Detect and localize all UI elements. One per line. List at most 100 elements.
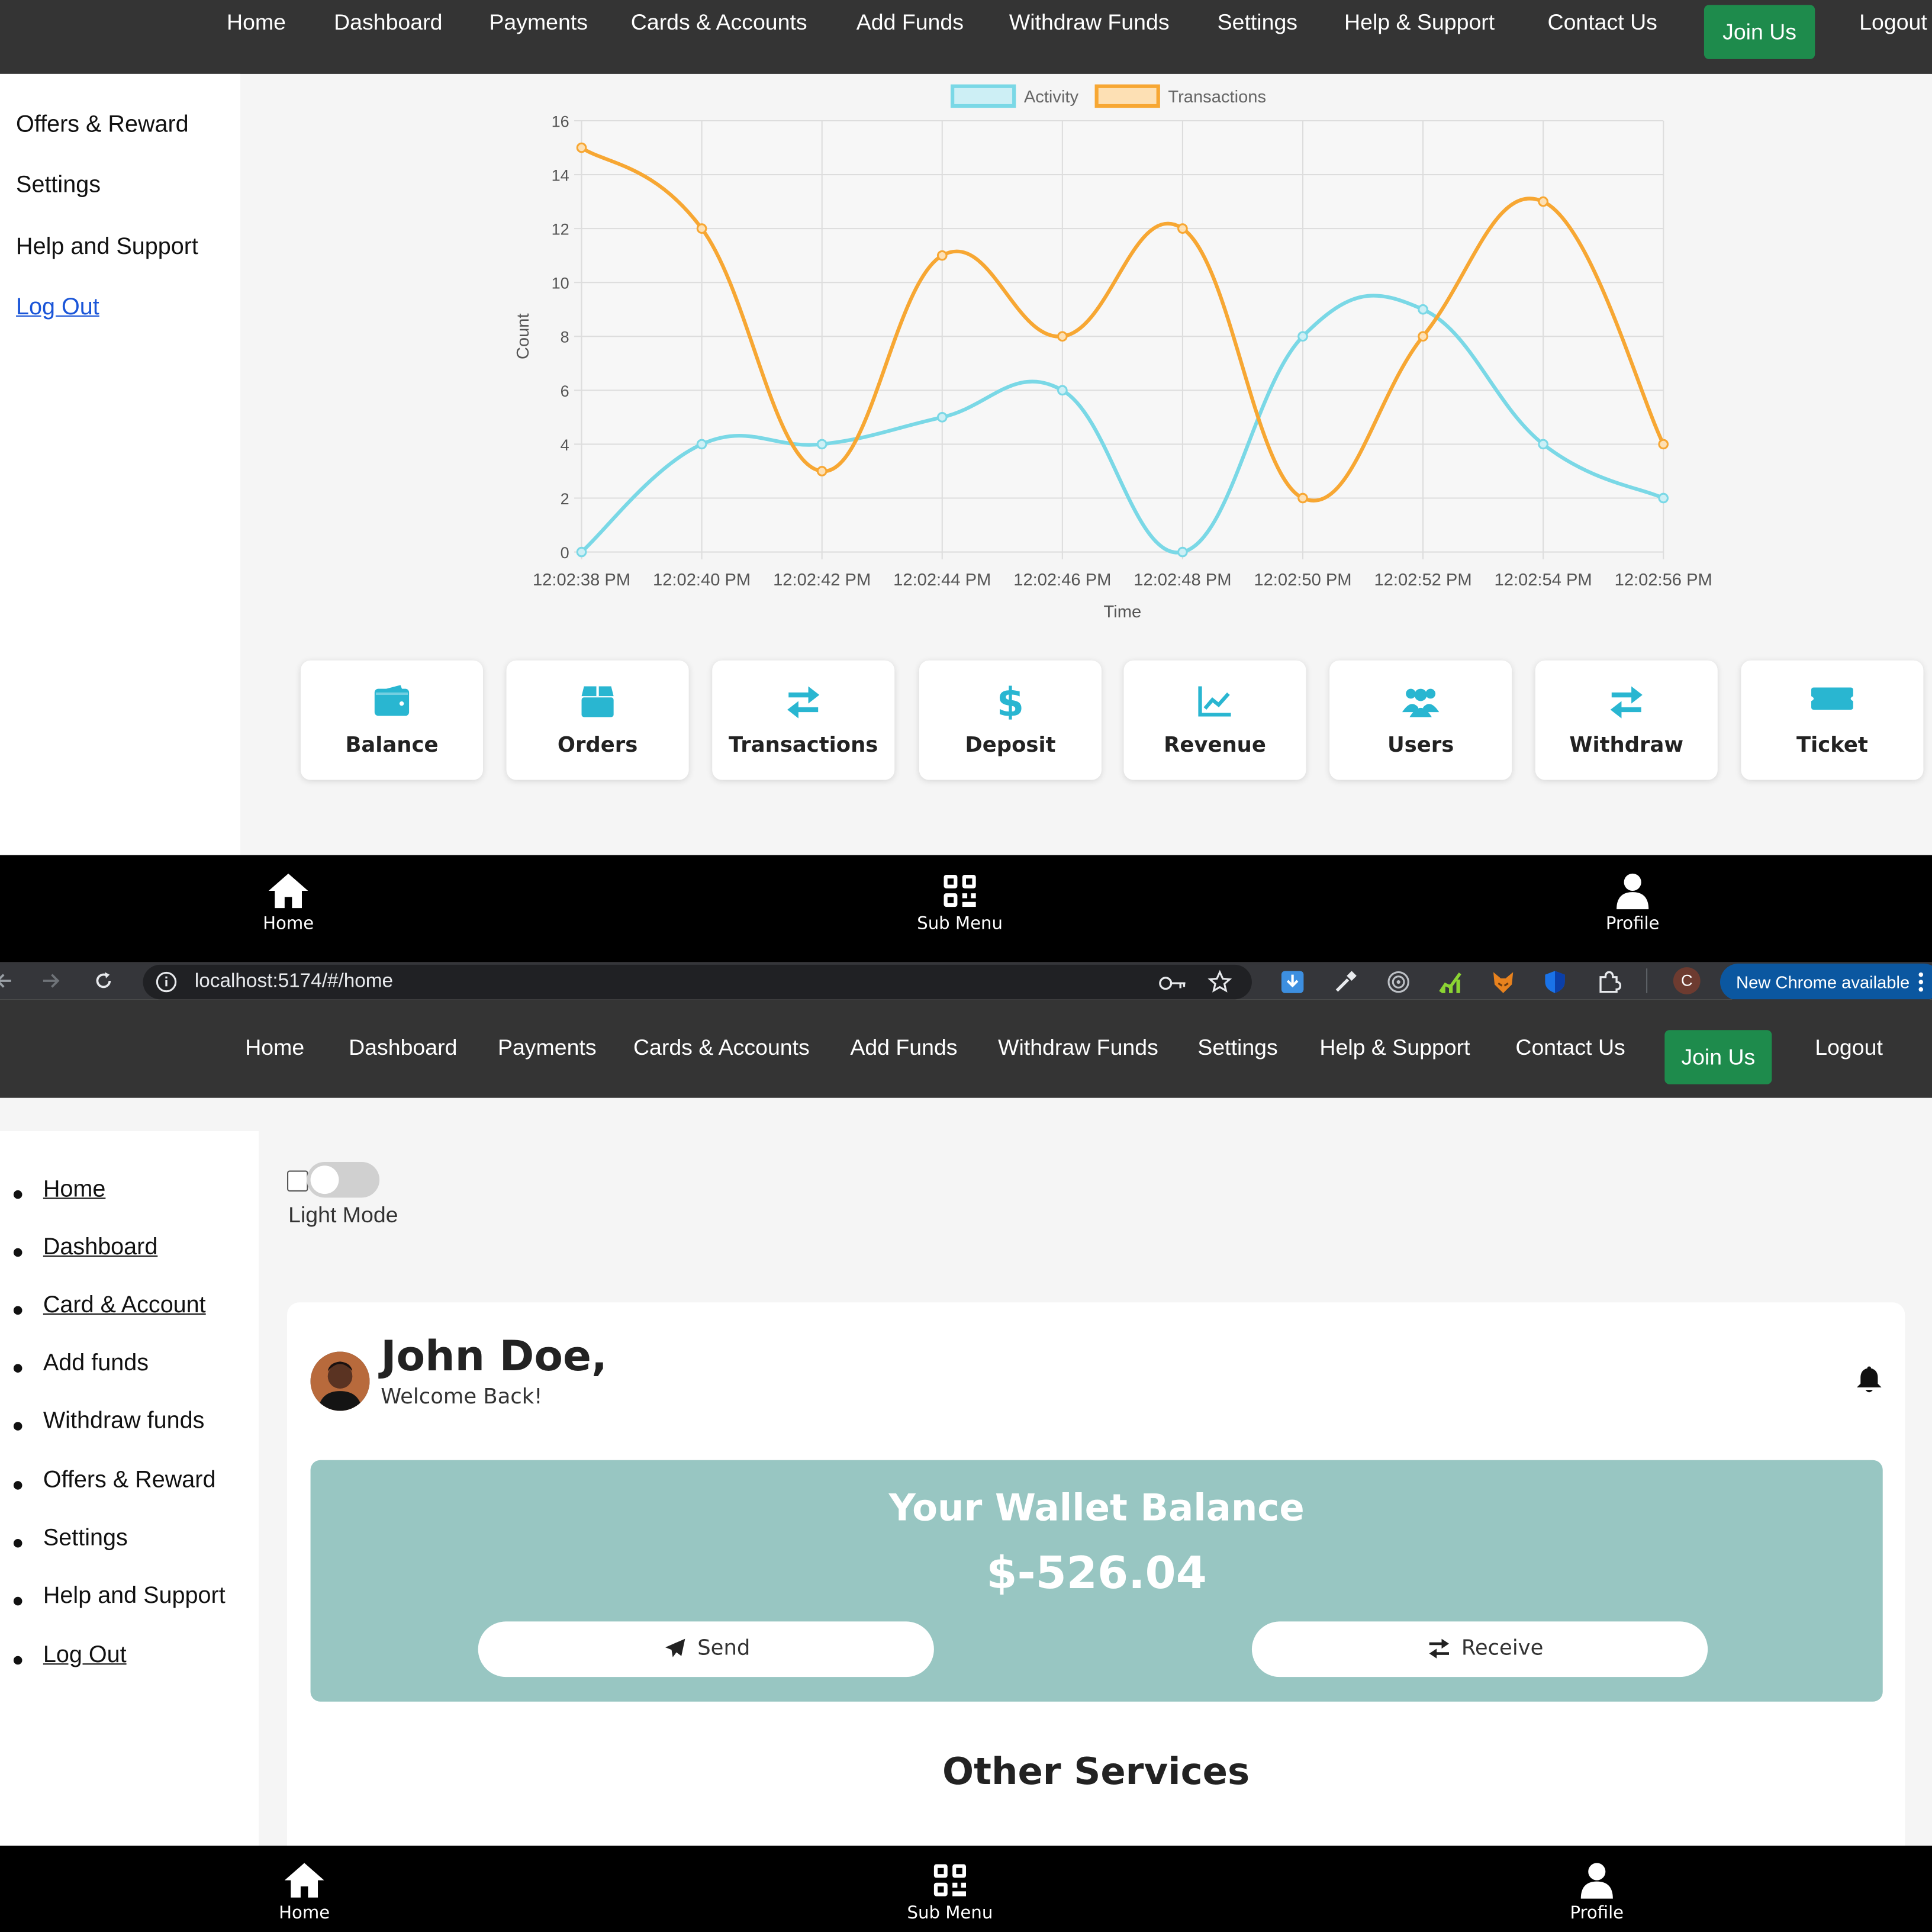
- service-card-ticket[interactable]: Ticket: [1741, 660, 1924, 780]
- receive-button[interactable]: Receive: [1251, 1621, 1708, 1677]
- site-info-icon[interactable]: [155, 971, 177, 993]
- profile-avatar[interactable]: C: [1673, 967, 1701, 994]
- send-button[interactable]: Send: [478, 1621, 934, 1677]
- nav-link-settings[interactable]: Settings: [1218, 10, 1297, 36]
- chart-legend-label-activity: Activity: [1024, 88, 1079, 107]
- chart-y-tick-label: 10: [552, 275, 569, 292]
- sidebar-item-help-support[interactable]: Help and Support: [43, 1583, 226, 1611]
- target-extension-icon[interactable]: [1386, 970, 1411, 994]
- fox-extension-icon[interactable]: [1491, 970, 1516, 994]
- sidebar-item-dashboard[interactable]: Dashboard: [43, 1235, 157, 1262]
- shield-extension-icon[interactable]: [1543, 970, 1567, 994]
- nav-link-withdraw-funds[interactable]: Withdraw Funds: [1009, 10, 1170, 36]
- sidebar-item-settings[interactable]: Settings: [16, 172, 101, 199]
- chrome-update-button[interactable]: New Chrome available: [1720, 963, 1932, 1001]
- nav-link-add-funds[interactable]: Add Funds: [856, 10, 964, 36]
- chart-point-activity: [576, 546, 587, 558]
- nav-link-help-support[interactable]: Help & Support: [1319, 1035, 1470, 1061]
- nav-link-contact-us[interactable]: Contact Us: [1515, 1035, 1625, 1061]
- dollar-icon: $: [997, 682, 1024, 719]
- list-bullet: [13, 1190, 22, 1199]
- chart-x-tick-label: 12:02:54 PM: [1495, 571, 1592, 590]
- sidebar-item-card-account[interactable]: Card & Account: [43, 1293, 206, 1320]
- sidebar-item-add-funds[interactable]: Add funds: [43, 1350, 149, 1377]
- sidebar-item-home[interactable]: Home: [43, 1177, 106, 1204]
- bottom-nav-home[interactable]: Home: [214, 872, 362, 934]
- top-navbar: Home Dashboard Payments Cards & Accounts…: [0, 0, 1932, 74]
- nav-link-payments[interactable]: Payments: [489, 10, 588, 36]
- nav-link-home[interactable]: Home: [227, 10, 286, 36]
- bottom-nav-label: Profile: [1570, 1904, 1624, 1924]
- top-navbar-2: Home Dashboard Payments Cards & Accounts…: [0, 999, 1932, 1098]
- kebab-menu-icon[interactable]: [1917, 971, 1924, 993]
- bottom-nav-submenu[interactable]: Sub Menu: [876, 1862, 1024, 1923]
- service-card-orders[interactable]: Orders: [506, 660, 689, 780]
- sidebar-item-offers-reward[interactable]: Offers & Reward: [16, 112, 189, 139]
- chart-point-transactions: [936, 250, 948, 261]
- puzzle-extensions-icon[interactable]: [1597, 970, 1622, 994]
- chart-y-tick-label: 12: [552, 221, 569, 239]
- chart-x-tick-label: 12:02:42 PM: [773, 571, 871, 590]
- sidebar-item-help-support[interactable]: Help and Support: [16, 234, 198, 262]
- logout-link[interactable]: Logout: [1815, 1035, 1883, 1061]
- nav-link-help-support[interactable]: Help & Support: [1344, 10, 1495, 36]
- sidebar-nav-list: Home Dashboard Card & Account Add funds …: [0, 1131, 259, 1846]
- nav-link-home[interactable]: Home: [245, 1035, 304, 1061]
- key-icon[interactable]: [1158, 975, 1188, 992]
- join-us-button[interactable]: Join Us: [1704, 5, 1815, 59]
- exchange-icon: [787, 686, 820, 719]
- nav-link-cards-accounts[interactable]: Cards & Accounts: [631, 10, 807, 36]
- sidebar-item-log-out[interactable]: Log Out: [16, 295, 99, 322]
- receive-label: Receive: [1461, 1636, 1544, 1661]
- nav-link-dashboard[interactable]: Dashboard: [349, 1035, 457, 1061]
- forward-arrow-icon[interactable]: [41, 971, 60, 990]
- join-us-button[interactable]: Join Us: [1664, 1030, 1772, 1084]
- bottom-nav-profile[interactable]: Profile: [1523, 1862, 1671, 1923]
- back-arrow-icon[interactable]: [0, 972, 12, 989]
- service-card-deposit[interactable]: $ Deposit: [919, 660, 1102, 780]
- chart-point-transactions: [816, 466, 827, 476]
- bottom-nav-home[interactable]: Home: [230, 1862, 378, 1923]
- exchange-icon: [1610, 686, 1643, 719]
- service-card-transactions[interactable]: Transactions: [712, 660, 895, 780]
- user-photo-icon: [310, 1351, 370, 1411]
- chart-y-axis-title: Count: [514, 313, 533, 359]
- nav-link-add-funds[interactable]: Add Funds: [850, 1035, 957, 1061]
- chart-canvas: 0 2 4 6 8 10 12 14 16 12:02:38 PM 12:02:40 PM 12:02…: [514, 84, 1712, 622]
- chart-legend-swatch-transactions: [1094, 84, 1160, 108]
- nav-link-settings[interactable]: Settings: [1197, 1035, 1277, 1061]
- eyedropper-extension-icon[interactable]: [1333, 970, 1358, 994]
- bottom-nav-profile[interactable]: Profile: [1559, 872, 1706, 934]
- bell-icon[interactable]: [1856, 1365, 1883, 1395]
- service-card-withdraw[interactable]: Withdraw: [1535, 660, 1718, 780]
- service-card-balance[interactable]: Balance: [300, 660, 483, 780]
- reload-icon[interactable]: [92, 970, 114, 991]
- sidebar-item-offers-reward[interactable]: Offers & Reward: [43, 1467, 216, 1495]
- bookmark-star-icon[interactable]: [1208, 970, 1232, 994]
- service-card-revenue[interactable]: Revenue: [1123, 660, 1306, 780]
- users-icon: [1402, 688, 1440, 717]
- logout-link[interactable]: Logout: [1859, 10, 1927, 36]
- chart-x-tick-label: 12:02:46 PM: [1013, 571, 1111, 590]
- address-bar[interactable]: localhost:5174/#/home: [143, 964, 1252, 1000]
- nav-link-withdraw-funds[interactable]: Withdraw Funds: [998, 1035, 1158, 1061]
- theme-checkbox[interactable]: [287, 1170, 308, 1192]
- service-card-users[interactable]: Users: [1329, 660, 1512, 780]
- service-label: Ticket: [1796, 733, 1868, 758]
- nav-link-payments[interactable]: Payments: [498, 1035, 597, 1061]
- theme-toggle-switch[interactable]: [307, 1161, 380, 1198]
- chart-x-tick-label: 12:02:56 PM: [1615, 571, 1712, 590]
- chart-extension-icon[interactable]: [1438, 970, 1463, 994]
- sidebar-item-settings[interactable]: Settings: [43, 1525, 128, 1553]
- nav-link-dashboard[interactable]: Dashboard: [334, 10, 442, 36]
- sidebar-item-withdraw-funds[interactable]: Withdraw funds: [43, 1408, 205, 1435]
- nav-link-contact-us[interactable]: Contact Us: [1548, 10, 1657, 36]
- download-extension-icon[interactable]: [1280, 970, 1305, 994]
- avatar[interactable]: [310, 1351, 370, 1411]
- update-label: New Chrome available: [1736, 972, 1910, 992]
- sidebar-item-log-out[interactable]: Log Out: [43, 1643, 127, 1670]
- service-label: Balance: [345, 733, 439, 758]
- nav-link-cards-accounts[interactable]: Cards & Accounts: [633, 1035, 810, 1061]
- bottom-nav-submenu[interactable]: Sub Menu: [886, 872, 1034, 934]
- service-label: Users: [1387, 733, 1454, 758]
